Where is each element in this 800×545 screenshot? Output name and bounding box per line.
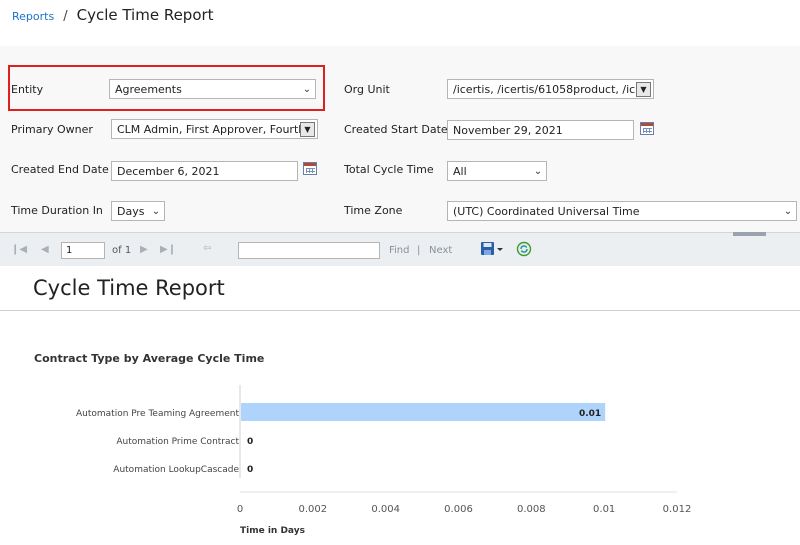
time-duration-in-value: Days: [117, 204, 145, 218]
chart-title: Contract Type by Average Cycle Time: [34, 352, 265, 365]
refresh-icon[interactable]: [516, 241, 532, 261]
page-count: of 1: [112, 245, 132, 256]
breadcrumb-reports-link[interactable]: Reports: [12, 10, 54, 23]
total-cycle-time-select[interactable]: All ⌄: [447, 161, 547, 181]
data-label: 0.01: [579, 409, 601, 419]
calendar-icon[interactable]: [303, 162, 317, 175]
first-page-icon[interactable]: ❙◀: [11, 244, 27, 255]
x-tick-label: 0.006: [444, 504, 473, 515]
chevron-down-icon[interactable]: ▼: [636, 81, 651, 97]
chevron-down-icon[interactable]: ▼: [300, 121, 315, 137]
org-unit-select[interactable]: /icertis, /icertis/61058product, /icerti…: [447, 79, 654, 99]
calendar-icon[interactable]: [640, 122, 654, 135]
x-axis-title: Time in Days: [240, 526, 305, 536]
breadcrumb: Reports / Cycle Time Report: [12, 6, 214, 26]
chevron-down-icon: ⌄: [151, 205, 161, 217]
report-toolbar: ❙◀ ◀ 1 of 1 ▶ ▶❙ ⇦ Find | Next: [0, 232, 800, 266]
x-tick-label: 0.01: [593, 504, 615, 515]
category-label: Automation Prime Contract: [116, 437, 239, 447]
x-tick-label: 0.008: [517, 504, 546, 515]
created-start-date-input[interactable]: November 29, 2021: [447, 120, 634, 140]
data-label: 0: [247, 437, 253, 447]
last-page-icon[interactable]: ▶❙: [160, 244, 176, 255]
page-number-input[interactable]: 1: [61, 242, 105, 259]
toolbar-separator: |: [417, 245, 421, 256]
back-icon[interactable]: ⇦: [203, 243, 211, 254]
chevron-down-icon: ⌄: [533, 165, 543, 177]
time-zone-value: (UTC) Coordinated Universal Time: [453, 204, 640, 218]
created-end-date-label: Created End Date: [11, 163, 109, 176]
report-divider: [0, 310, 800, 311]
previous-page-icon[interactable]: ◀: [41, 244, 49, 255]
x-tick-label: 0: [237, 504, 243, 515]
entity-highlight-box: [8, 65, 325, 111]
created-start-date-label: Created Start Date: [344, 123, 448, 136]
org-unit-label: Org Unit: [344, 83, 390, 96]
created-start-date-value: November 29, 2021: [453, 123, 563, 137]
time-zone-select[interactable]: (UTC) Coordinated Universal Time ⌄: [447, 201, 797, 221]
page-title: Cycle Time Report: [76, 6, 214, 24]
x-tick-label: 0.002: [299, 504, 328, 515]
save-export-icon[interactable]: [480, 241, 504, 261]
data-label: 0: [247, 465, 253, 475]
created-end-date-value: December 6, 2021: [117, 164, 220, 178]
collapse-handle[interactable]: [733, 232, 766, 236]
created-end-date-input[interactable]: December 6, 2021: [111, 161, 298, 181]
total-cycle-time-value: All: [453, 164, 467, 178]
total-cycle-time-label: Total Cycle Time: [344, 163, 434, 176]
x-tick-label: 0.004: [371, 504, 400, 515]
time-duration-in-select[interactable]: Days ⌄: [111, 201, 165, 221]
next-page-icon[interactable]: ▶: [140, 244, 148, 255]
chevron-down-icon: ⌄: [783, 205, 793, 217]
find-button[interactable]: Find: [389, 245, 410, 256]
org-unit-value: /icertis, /icertis/61058product, /icerti…: [453, 82, 636, 96]
find-next-button[interactable]: Next: [429, 245, 452, 256]
bar: [241, 403, 606, 421]
primary-owner-value: CLM Admin, First Approver, Fourth: [117, 122, 300, 136]
time-duration-in-label: Time Duration In: [11, 204, 103, 217]
report-title: Cycle Time Report: [33, 276, 225, 300]
breadcrumb-separator: /: [63, 9, 68, 24]
find-input[interactable]: [238, 242, 380, 259]
primary-owner-label: Primary Owner: [11, 123, 93, 136]
category-label: Automation Pre Teaming Agreement: [76, 409, 239, 419]
x-tick-label: 0.012: [663, 504, 692, 515]
primary-owner-select[interactable]: CLM Admin, First Approver, Fourth ▼: [111, 119, 318, 139]
category-label: Automation LookupCascade: [113, 465, 239, 475]
time-zone-label: Time Zone: [344, 204, 403, 217]
